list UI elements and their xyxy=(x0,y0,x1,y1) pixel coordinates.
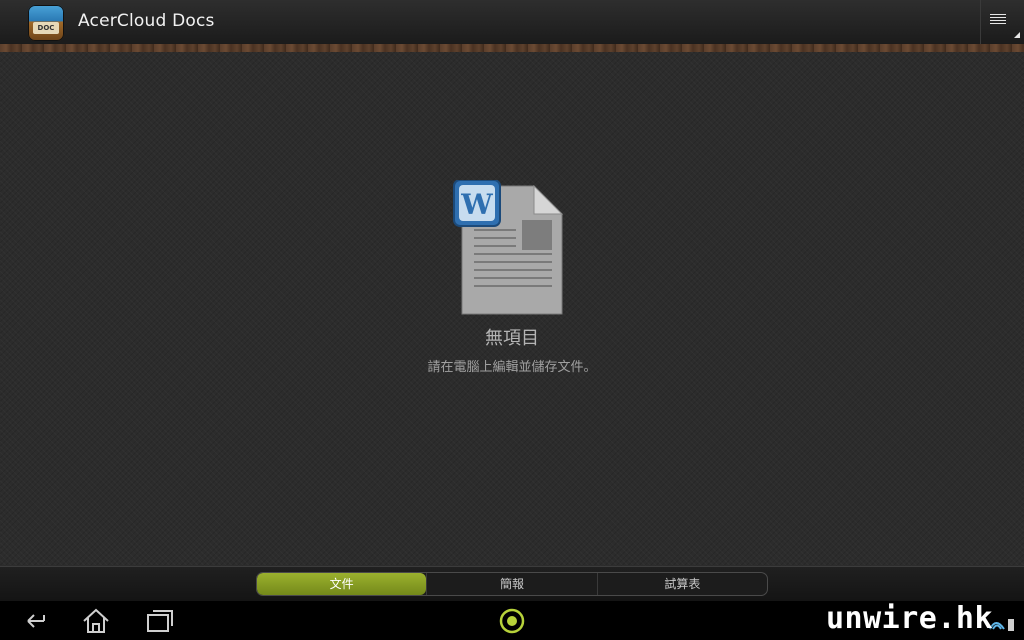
tab-presentations[interactable]: 簡報 xyxy=(426,573,596,595)
menu-icon xyxy=(990,14,1006,26)
empty-state-subtitle: 請在電腦上編輯並儲存文件。 xyxy=(427,360,597,375)
tab-bar: 文件 簡報 試算表 xyxy=(0,566,1024,601)
home-icon[interactable] xyxy=(81,607,111,635)
empty-state-title: 無項目 xyxy=(485,328,539,349)
app-icon-label: DOC xyxy=(33,22,59,34)
watermark-text: unwire.hk xyxy=(826,601,994,636)
back-icon[interactable] xyxy=(18,607,48,635)
app-icon[interactable]: DOC xyxy=(28,5,64,41)
main-content: W 無項目 請在電腦上編輯並儲存文件。 xyxy=(0,52,1024,566)
svg-text:W: W xyxy=(460,188,493,221)
overflow-indicator-icon xyxy=(1014,32,1020,38)
overflow-menu-button[interactable] xyxy=(980,0,1024,44)
action-bar: DOC AcerCloud Docs xyxy=(0,0,1024,44)
word-document-icon: W xyxy=(453,180,564,315)
acer-ring-icon[interactable] xyxy=(497,607,527,635)
tab-documents[interactable]: 文件 xyxy=(257,573,427,595)
wood-divider xyxy=(0,44,1024,52)
app-title: AcerCloud Docs xyxy=(78,11,215,31)
system-navigation-bar: unwire.hk xyxy=(0,601,1024,640)
document-type-tabs: 文件 簡報 試算表 xyxy=(256,572,768,596)
tab-spreadsheets[interactable]: 試算表 xyxy=(596,573,767,595)
recent-apps-icon[interactable] xyxy=(145,607,175,635)
